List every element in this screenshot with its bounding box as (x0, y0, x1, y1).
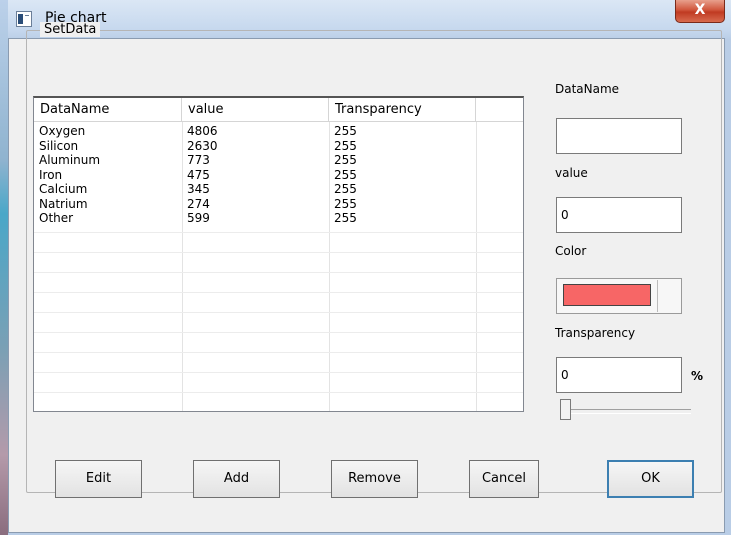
table-cell-transparency: 255 (334, 167, 357, 182)
table-row[interactable]: Natrium 274 255 (34, 197, 523, 212)
value-input[interactable] (556, 197, 682, 233)
data-list-view[interactable]: DataName value Transparency Oxygen 4806 25… (33, 96, 524, 412)
table-row[interactable]: Iron 475 255 (34, 168, 523, 183)
transparency-slider-track[interactable] (561, 409, 691, 414)
color-swatch (563, 284, 651, 306)
window-app-icon (16, 11, 32, 27)
table-cell-name: Calcium (39, 182, 88, 196)
edit-button[interactable]: Edit (55, 460, 142, 498)
transparency-unit: % (691, 369, 704, 383)
table-cell-transparency: 255 (334, 211, 357, 225)
table-cell-name: Natrium (39, 196, 88, 211)
table-cell-value: 274 (187, 196, 210, 211)
color-label: Color (555, 244, 587, 258)
ok-button[interactable]: OK (607, 460, 694, 498)
grid-line (34, 391, 523, 393)
list-body: Oxygen 4806 255 Silicon 2630 255 Aluminum 773 25… (34, 122, 523, 411)
table-cell-transparency: 255 (334, 196, 357, 211)
grid-line (34, 251, 523, 253)
transparency-input[interactable] (556, 357, 682, 393)
dataname-label: DataName (555, 82, 620, 96)
dataname-input[interactable] (556, 118, 682, 154)
table-cell-value: 4806 (187, 124, 218, 138)
value-label: value (555, 166, 588, 180)
setdata-group-label: SetData (40, 22, 101, 37)
table-cell-name: Other (39, 211, 74, 225)
table-row[interactable]: Calcium 345 255 (34, 182, 523, 197)
table-cell-name: Aluminum (39, 153, 101, 167)
table-cell-value: 475 (187, 167, 210, 182)
grid-line (34, 291, 523, 293)
column-header-value[interactable]: value (182, 98, 329, 121)
table-cell-value: 2630 (187, 138, 218, 153)
grid-line (34, 231, 523, 233)
color-button-divider (657, 280, 658, 312)
table-row[interactable]: Aluminum 773 255 (34, 153, 523, 168)
close-button[interactable]: X (675, 0, 725, 23)
table-cell-transparency: 255 (334, 182, 357, 196)
transparency-label: Transparency (555, 326, 636, 340)
grid-line (34, 351, 523, 353)
table-cell-name: Oxygen (39, 124, 86, 138)
add-button[interactable]: Add (193, 460, 280, 498)
column-header-filler (476, 98, 523, 121)
grid-line (34, 371, 523, 373)
table-cell-value: 599 (187, 211, 210, 225)
grid-line (34, 311, 523, 313)
list-header: DataName value Transparency (34, 98, 523, 122)
table-row[interactable]: Silicon 2630 255 (34, 139, 523, 154)
color-picker-button[interactable] (556, 278, 682, 314)
table-row[interactable]: Other 599 255 (34, 211, 523, 226)
grid-line (34, 331, 523, 333)
window-left-edge (0, 0, 8, 535)
column-header-dataname[interactable]: DataName (34, 98, 182, 121)
table-cell-value: 345 (187, 182, 210, 196)
table-row[interactable]: Oxygen 4806 255 (34, 124, 523, 139)
table-cell-name: Iron (39, 167, 63, 182)
table-cell-transparency: 255 (334, 138, 357, 153)
table-cell-transparency: 255 (334, 153, 357, 167)
column-header-transparency[interactable]: Transparency (329, 98, 476, 121)
grid-line (34, 271, 523, 273)
table-cell-name: Silicon (39, 138, 79, 153)
table-cell-value: 773 (187, 153, 210, 167)
close-icon: X (694, 2, 706, 18)
cancel-button[interactable]: Cancel (469, 460, 539, 498)
table-cell-transparency: 255 (334, 124, 357, 138)
remove-button[interactable]: Remove (331, 460, 418, 498)
transparency-slider-thumb[interactable] (560, 399, 571, 420)
